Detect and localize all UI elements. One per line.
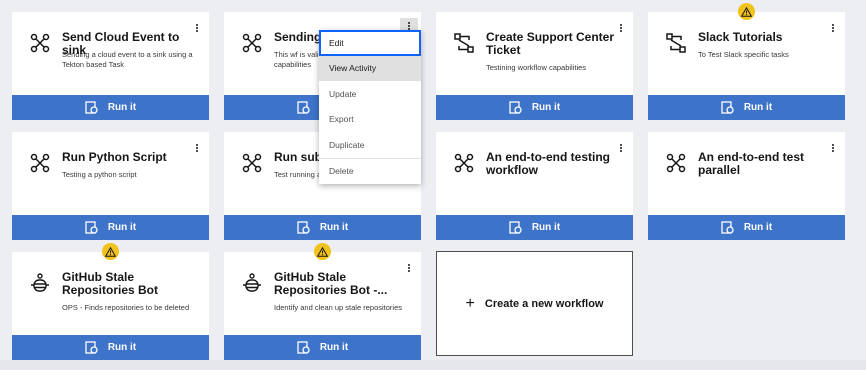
workflow-card[interactable]: Slack Tutorials To Test Slack specific t… bbox=[648, 3, 845, 120]
warning-icon bbox=[314, 243, 331, 260]
workflow-card[interactable]: GitHub Stale Repositories Bot -... Ident… bbox=[224, 243, 421, 360]
run-label: Run it bbox=[107, 102, 137, 113]
card-title: Run Python Script bbox=[62, 150, 167, 164]
run-label: Run it bbox=[743, 222, 773, 233]
workflow-icon bbox=[666, 153, 686, 173]
run-icon bbox=[721, 221, 734, 234]
run-icon bbox=[509, 101, 522, 114]
card-title: An end-to-end test parallel bbox=[698, 150, 804, 177]
workflow-icon bbox=[666, 33, 686, 53]
menu-item-update[interactable]: Update bbox=[319, 81, 421, 107]
warning-icon bbox=[102, 243, 119, 260]
bot-icon bbox=[243, 273, 261, 292]
run-icon bbox=[297, 221, 310, 234]
menu-item-duplicate[interactable]: Duplicate bbox=[319, 132, 421, 158]
card-title: GitHub Stale Repositories Bot bbox=[62, 270, 159, 297]
run-icon bbox=[297, 341, 310, 354]
card-description: OPS - Finds repositories to be deleted bbox=[62, 303, 190, 312]
workflow-icon bbox=[454, 153, 474, 173]
run-icon bbox=[509, 221, 522, 234]
create-workflow-card[interactable]: + Create a new workflow bbox=[436, 251, 633, 356]
run-button[interactable]: Run it bbox=[224, 215, 421, 240]
card-title: Create Support Center Ticket bbox=[486, 30, 615, 57]
warning-icon bbox=[738, 3, 755, 20]
workflow-card[interactable]: GitHub Stale Repositories Bot OPS - Find… bbox=[12, 243, 209, 360]
workflow-card[interactable]: An end-to-end testing workflow Run it bbox=[436, 132, 633, 240]
create-workflow-label: Create a new workflow bbox=[484, 297, 604, 310]
workflow-card[interactable]: Run Python Script Testing a python scrip… bbox=[12, 132, 209, 240]
card-description: Identify and clean up stale repositories bbox=[274, 303, 402, 312]
card-title: An end-to-end testing workflow bbox=[486, 150, 610, 177]
run-button[interactable]: Run it bbox=[12, 95, 209, 120]
run-icon bbox=[85, 341, 98, 354]
run-button[interactable]: Run it bbox=[12, 215, 209, 240]
run-icon bbox=[297, 101, 310, 114]
bot-icon bbox=[31, 273, 49, 292]
run-label: Run it bbox=[107, 222, 137, 233]
overflow-menu: Edit View Activity Update Export Duplica… bbox=[319, 30, 421, 184]
menu-item-export[interactable]: Export bbox=[319, 107, 421, 133]
workflow-icon bbox=[30, 153, 50, 173]
card-description: Sending a cloud event to a sink using a … bbox=[62, 50, 193, 69]
workflow-icon bbox=[454, 33, 474, 53]
card-description: Testining workflow capabilities bbox=[486, 63, 587, 72]
run-label: Run it bbox=[531, 222, 561, 233]
workflow-card[interactable]: An end-to-end test parallel Run it bbox=[648, 132, 845, 240]
run-icon bbox=[85, 221, 98, 234]
workflow-icon bbox=[30, 33, 50, 53]
run-label: Run it bbox=[319, 342, 349, 353]
card-description: Testing a python script bbox=[62, 170, 137, 179]
menu-item-view-activity[interactable]: View Activity bbox=[319, 55, 421, 81]
menu-item-delete[interactable]: Delete bbox=[319, 157, 421, 184]
card-description: This wf is vali capabilities bbox=[274, 50, 319, 69]
run-label: Run it bbox=[107, 342, 137, 353]
card-title: Slack Tutorials bbox=[698, 30, 783, 44]
page-footer-strip bbox=[0, 360, 866, 370]
run-button[interactable]: Run it bbox=[436, 95, 633, 120]
card-description: To Test Slack specific tasks bbox=[698, 50, 789, 59]
workflow-card[interactable]: Send Cloud Event to sink Sending a cloud… bbox=[12, 12, 209, 120]
run-label: Run it bbox=[743, 102, 773, 113]
workflow-icon bbox=[242, 153, 262, 173]
run-label: Run it bbox=[531, 102, 561, 113]
run-button[interactable]: Run it bbox=[224, 335, 421, 360]
workflow-card[interactable]: Create Support Center Ticket Testining w… bbox=[436, 12, 633, 120]
run-button[interactable]: Run it bbox=[648, 215, 845, 240]
run-button[interactable]: Run it bbox=[12, 335, 209, 360]
workflow-icon bbox=[242, 33, 262, 53]
plus-icon: + bbox=[465, 294, 475, 312]
run-icon bbox=[721, 101, 734, 114]
run-icon bbox=[85, 101, 98, 114]
run-button[interactable]: Run it bbox=[648, 95, 845, 120]
card-title: GitHub Stale Repositories Bot -... bbox=[274, 270, 388, 297]
run-button[interactable]: Run it bbox=[436, 215, 633, 240]
run-label: Run it bbox=[319, 222, 349, 233]
menu-item-edit[interactable]: Edit bbox=[319, 30, 421, 56]
